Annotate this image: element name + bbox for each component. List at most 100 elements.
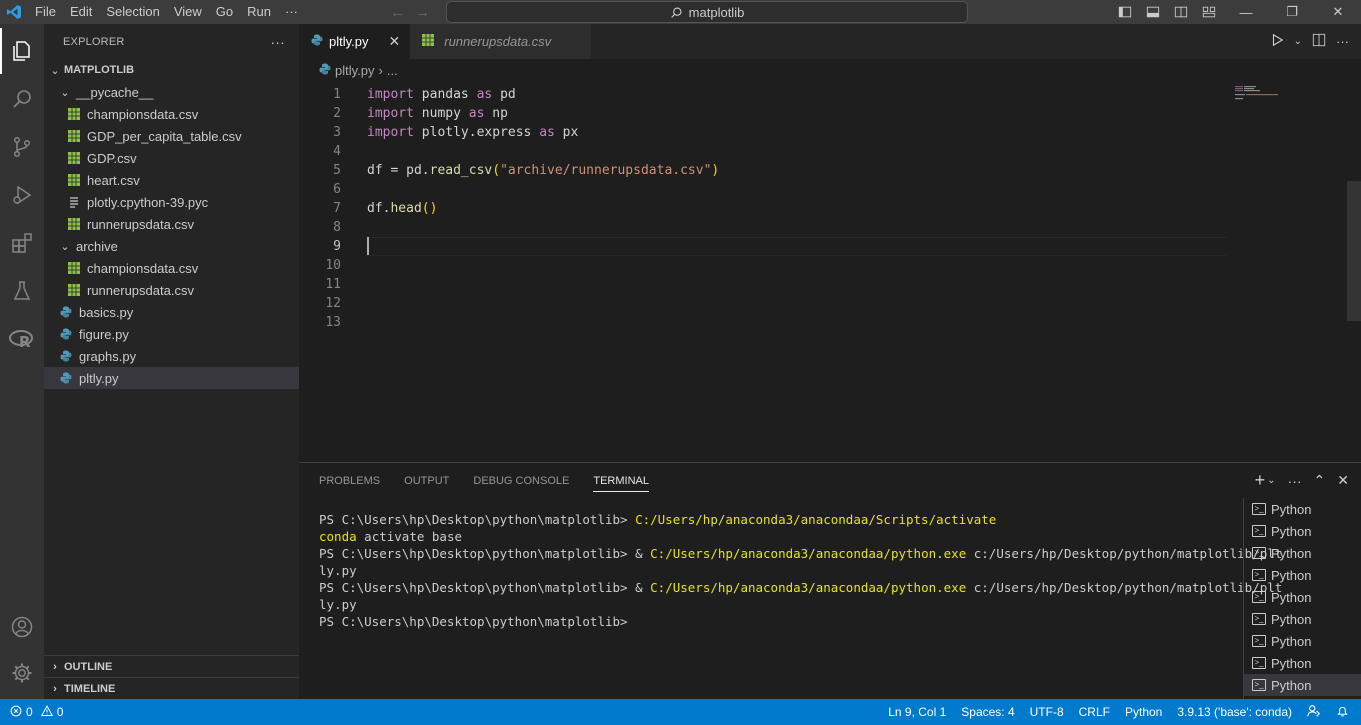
run-python-file-icon[interactable] — [1270, 33, 1284, 50]
new-terminal-plus-icon[interactable]: + — [1255, 470, 1266, 491]
terminal-instance[interactable]: >_ Python — [1244, 586, 1361, 608]
code-line: 4 — [299, 142, 1361, 161]
close-window-button[interactable]: ✕ — [1315, 0, 1361, 24]
toggle-primary-sidebar-icon[interactable] — [1111, 0, 1139, 24]
timeline-section[interactable]: › TIMELINE — [44, 677, 299, 699]
terminal-instance[interactable]: >_ Python — [1244, 674, 1361, 696]
indentation[interactable]: Spaces: 4 — [961, 705, 1014, 719]
code-token: ( — [492, 163, 501, 178]
outline-section[interactable]: › OUTLINE — [44, 655, 299, 677]
breadcrumb-file[interactable]: pltly.py — [335, 63, 375, 78]
terminal-instance[interactable]: >_ Python — [1244, 652, 1361, 674]
terminal-line: conda activate base — [319, 528, 1224, 545]
tab-output[interactable]: OUTPUT — [404, 475, 449, 487]
menu-more[interactable]: ··· — [278, 0, 305, 24]
manage-gear-icon[interactable] — [0, 650, 44, 696]
tab-runnerupsdata-csv[interactable]: runnerupsdata.csv — [410, 24, 592, 59]
customize-layout-icon[interactable] — [1195, 0, 1223, 24]
line-endings[interactable]: CRLF — [1079, 705, 1110, 719]
tab-debug-console[interactable]: DEBUG CONSOLE — [473, 475, 569, 487]
tree-folder-pycache[interactable]: ⌄ __pycache__ — [44, 81, 299, 103]
restore-button[interactable]: ❐ — [1269, 0, 1315, 24]
terminal-output[interactable]: PS C:\Users\hp\Desktop\python\matplotlib… — [319, 511, 1282, 630]
terminal-instance[interactable]: >_ Python — [1244, 608, 1361, 630]
code-line: 7 df.head() — [299, 199, 1361, 218]
tab-pltly-py[interactable]: pltly.py ✕ — [299, 24, 411, 59]
bottom-panel: PROBLEMS OUTPUT DEBUG CONSOLE TERMINAL +… — [299, 462, 1361, 700]
split-editor-icon[interactable] — [1312, 33, 1326, 50]
search-sidebar-icon[interactable] — [0, 76, 44, 122]
minimap[interactable] — [1235, 85, 1295, 105]
tree-file-plotly-pyc[interactable]: plotly.cpython-39.pyc — [44, 191, 299, 213]
terminal-instance-label: Python — [1271, 611, 1312, 627]
tab-problems[interactable]: PROBLEMS — [319, 475, 380, 487]
run-debug-icon[interactable] — [0, 172, 44, 218]
menu-edit[interactable]: Edit — [63, 0, 99, 24]
tree-file-pltly-py[interactable]: pltly.py — [44, 367, 299, 389]
tree-file-heart-csv[interactable]: heart.csv — [44, 169, 299, 191]
code-editor[interactable]: 1 import pandas as pd 2 import numpy as … — [299, 81, 1361, 462]
terminal-icon: >_ — [1252, 525, 1266, 537]
python-interpreter[interactable]: 3.9.13 ('base': conda) — [1177, 705, 1292, 719]
tree-item-label: championsdata.csv — [87, 106, 199, 122]
terminal-instance[interactable]: >_ Python — [1244, 630, 1361, 652]
run-dropdown-chevron-icon[interactable]: ⌄ — [1294, 36, 1302, 47]
python-file-icon — [59, 371, 73, 385]
r-extension-icon[interactable]: R — [0, 316, 44, 362]
tree-file-graphs-py[interactable]: graphs.py — [44, 345, 299, 367]
tree-file-archive-championsdata-csv[interactable]: championsdata.csv — [44, 257, 299, 279]
explorer-title: EXPLORER — [63, 35, 125, 48]
more-actions-icon[interactable]: ··· — [1336, 34, 1349, 49]
tab-terminal[interactable]: TERMINAL — [593, 470, 649, 492]
tree-folder-archive[interactable]: ⌄ archive — [44, 235, 299, 257]
terminal-prompt: PS C:\Users\hp\Desktop\python\matplotlib… — [319, 614, 636, 629]
chevron-down-icon: ⌄ — [50, 64, 60, 77]
problems-status[interactable]: 0 0 — [0, 704, 63, 720]
editor-scrollbar[interactable] — [1347, 181, 1361, 321]
terminal-instance-label: Python — [1271, 655, 1312, 671]
accounts-icon[interactable] — [0, 604, 44, 650]
source-control-icon[interactable] — [0, 124, 44, 170]
terminal-instance[interactable]: >_ Python — [1244, 542, 1361, 564]
terminal-icon: >_ — [1252, 613, 1266, 625]
terminal-instance[interactable]: >_ Python — [1244, 498, 1361, 520]
editor-tabs: pltly.py ✕ runnerupsdata.csv ⌄ ··· — [299, 24, 1361, 59]
menu-go[interactable]: Go — [209, 0, 240, 24]
tree-file-runnerupsdata-csv[interactable]: runnerupsdata.csv — [44, 213, 299, 235]
menu-run[interactable]: Run — [240, 0, 278, 24]
terminal-instance[interactable]: >_ Python — [1244, 520, 1361, 542]
tree-file-gdp-csv[interactable]: GDP.csv — [44, 147, 299, 169]
minimize-button[interactable]: — — [1223, 0, 1269, 24]
close-panel-icon[interactable]: ✕ — [1337, 472, 1349, 489]
menu-file[interactable]: File — [28, 0, 63, 24]
terminal-dropdown-chevron-icon[interactable]: ⌄ — [1267, 475, 1275, 486]
tree-file-championsdata-csv[interactable]: championsdata.csv — [44, 103, 299, 125]
feedback-icon[interactable] — [1307, 704, 1321, 721]
command-center-search[interactable]: matplotlib — [446, 1, 968, 23]
breadcrumb-rest[interactable]: ... — [387, 63, 398, 78]
testing-flask-icon[interactable] — [0, 268, 44, 314]
explorer-more-icon[interactable]: ··· — [270, 34, 285, 50]
terminal-instance[interactable]: >_ Python — [1244, 564, 1361, 586]
cursor-position[interactable]: Ln 9, Col 1 — [888, 705, 946, 719]
menu-view[interactable]: View — [167, 0, 209, 24]
tree-file-basics-py[interactable]: basics.py — [44, 301, 299, 323]
tree-file-archive-runnerupsdata-csv[interactable]: runnerupsdata.csv — [44, 279, 299, 301]
maximize-panel-chevron-up-icon[interactable]: ⌃ — [1314, 472, 1326, 489]
toggle-secondary-sidebar-icon[interactable] — [1167, 0, 1195, 24]
back-arrow-icon[interactable]: ← — [390, 4, 405, 21]
terminal-args: activate base — [356, 529, 462, 544]
tree-file-gdp-per-capita-csv[interactable]: GDP_per_capita_table.csv — [44, 125, 299, 147]
explorer-icon[interactable] — [0, 28, 44, 74]
tree-file-figure-py[interactable]: figure.py — [44, 323, 299, 345]
panel-more-icon[interactable]: ··· — [1288, 473, 1302, 489]
toggle-panel-icon[interactable] — [1139, 0, 1167, 24]
menu-selection[interactable]: Selection — [99, 0, 166, 24]
notifications-bell-icon[interactable] — [1336, 704, 1349, 721]
workspace-root[interactable]: ⌄ MATPLOTLIB — [44, 59, 299, 81]
forward-arrow-icon[interactable]: → — [415, 4, 430, 21]
extensions-icon[interactable] — [0, 220, 44, 266]
encoding[interactable]: UTF-8 — [1030, 705, 1064, 719]
language-mode[interactable]: Python — [1125, 705, 1162, 719]
close-tab-icon[interactable]: ✕ — [389, 33, 401, 50]
